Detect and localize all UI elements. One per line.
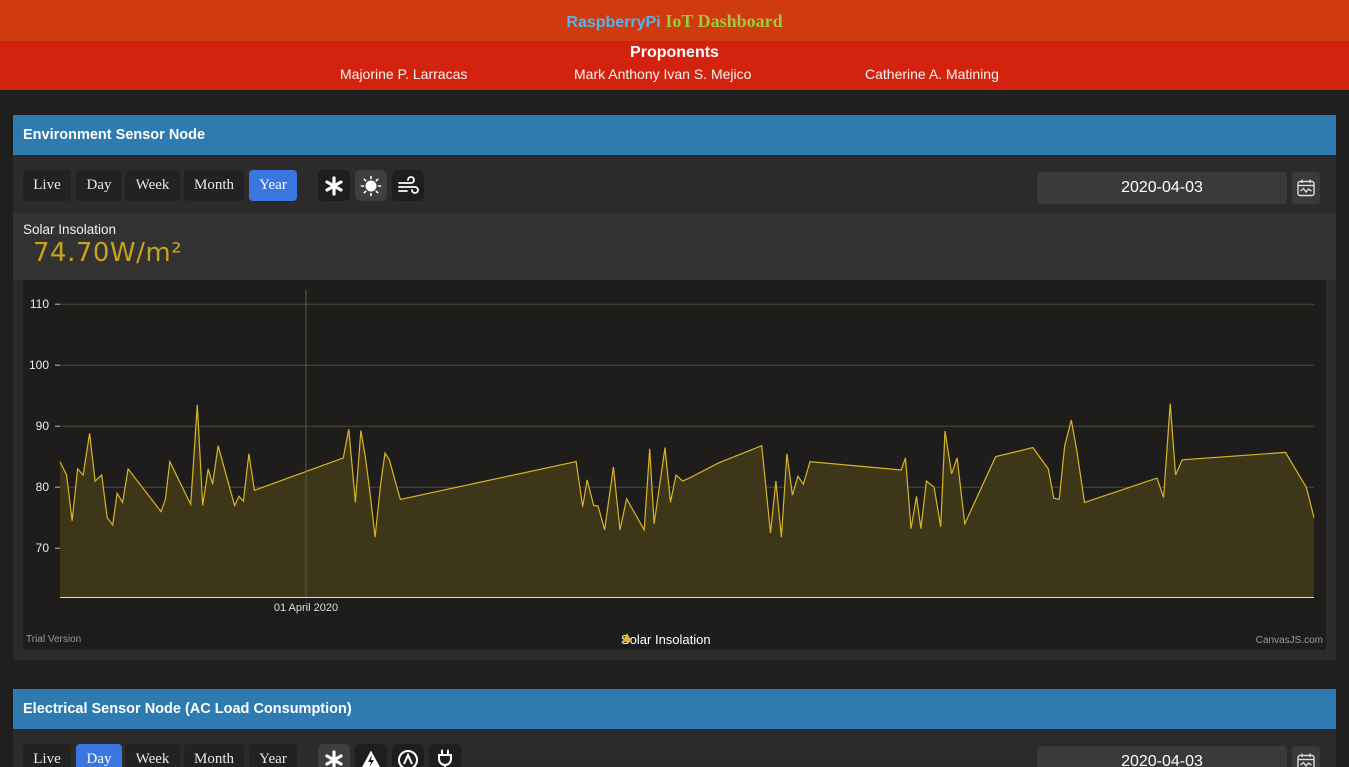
range-year-button[interactable]: Year <box>249 170 297 201</box>
proponents-title: Proponents <box>630 44 719 61</box>
reading-value: 74.70W/m² <box>33 238 183 268</box>
app-header: RaspberryPi IoT Dashboard <box>0 0 1349 41</box>
legend-triangle-icon <box>622 633 632 642</box>
range-day-button[interactable]: Day <box>76 744 122 767</box>
legend-label: Solar Insolation <box>621 632 711 647</box>
y-tick-label: 80 <box>36 480 50 494</box>
range-week-button[interactable]: Week <box>125 170 180 201</box>
range-year-button[interactable]: Year <box>249 744 297 767</box>
y-tick-label: 90 <box>36 419 50 433</box>
y-tick-label: 110 <box>30 297 49 311</box>
asterisk-icon[interactable] <box>318 744 350 767</box>
app-title-suffix: IoT Dashboard <box>665 11 783 31</box>
range-live-button[interactable]: Live <box>23 170 71 201</box>
proponent-name: Majorine P. Larracas <box>340 66 468 82</box>
electrical-panel: Electrical Sensor Node (AC Load Consumpt… <box>13 689 1336 767</box>
range-week-button[interactable]: Week <box>125 744 180 767</box>
environment-panel: Environment Sensor Node Live Day Week Mo… <box>13 115 1336 660</box>
y-tick-label: 70 <box>36 541 50 555</box>
range-toolbar: Live Day Week Month Year 2020-04-03 <box>13 729 1336 767</box>
reading-label: Solar Insolation <box>23 222 117 237</box>
range-month-button[interactable]: Month <box>184 744 244 767</box>
y-tick-label: 100 <box>29 358 49 372</box>
plug-icon[interactable] <box>429 744 461 767</box>
date-input[interactable]: 2020-04-03 <box>1037 746 1287 767</box>
wind-icon[interactable] <box>392 170 424 201</box>
calendar-icon[interactable] <box>1292 746 1320 767</box>
asterisk-icon[interactable] <box>318 170 350 201</box>
chart-canvas: 70 80 90 100 110 01 April 2020 <box>29 290 1315 614</box>
proponent-name: Catherine A. Matining <box>865 66 999 82</box>
panel-title: Environment Sensor Node <box>13 115 1336 155</box>
chart-legend[interactable]: Solar Insolation <box>621 632 711 647</box>
reading-card: Solar Insolation 74.70W/m² <box>13 213 1336 280</box>
proponent-name: Mark Anthony Ivan S. Mejico <box>574 66 752 82</box>
sun-icon[interactable] <box>355 170 387 201</box>
proponents-banner: Proponents Majorine P. Larracas Mark Ant… <box>0 41 1349 90</box>
solar-insolation-chart[interactable]: 70 80 90 100 110 01 April 2020 Trial Version … <box>23 280 1326 650</box>
calendar-icon[interactable] <box>1292 172 1320 204</box>
range-toolbar: Live Day Week Month Year 2020-04-03 <box>13 155 1336 213</box>
lightning-icon[interactable] <box>355 744 387 767</box>
panel-title: Electrical Sensor Node (AC Load Consumpt… <box>13 689 1336 729</box>
trial-version-label: Trial Version <box>26 634 82 645</box>
app-title-brand: RaspberryPi <box>566 14 661 31</box>
range-month-button[interactable]: Month <box>184 170 244 201</box>
app-title: RaspberryPi IoT Dashboard <box>566 11 782 32</box>
date-input[interactable]: 2020-04-03 <box>1037 172 1287 204</box>
series-area <box>60 403 1314 597</box>
x-tick-label: 01 April 2020 <box>274 602 338 614</box>
range-live-button[interactable]: Live <box>23 744 71 767</box>
canvasjs-credit[interactable]: CanvasJS.com <box>1256 635 1323 646</box>
range-day-button[interactable]: Day <box>76 170 122 201</box>
gauge-icon[interactable] <box>392 744 424 767</box>
